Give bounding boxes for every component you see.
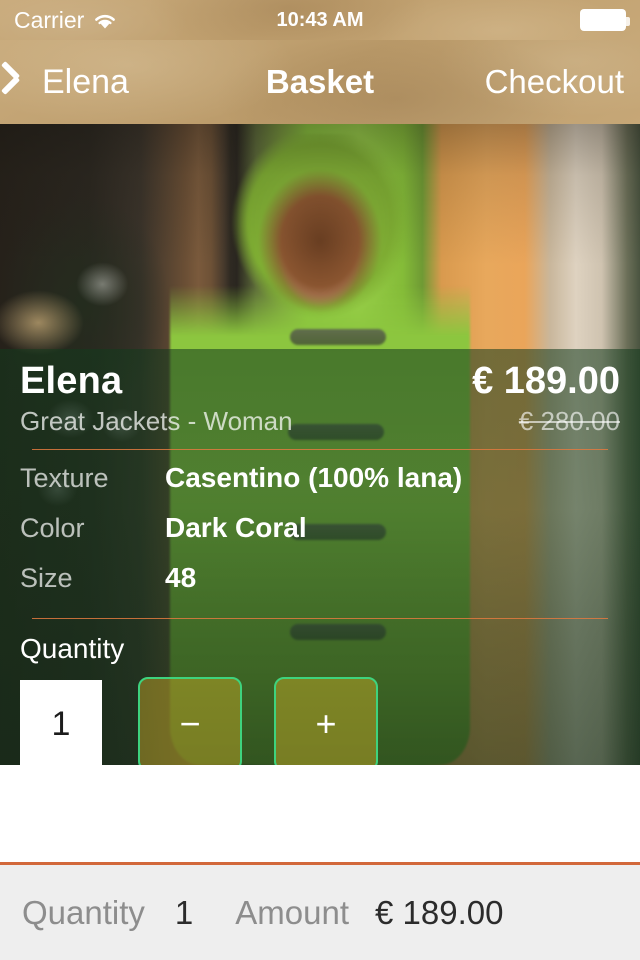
product-name: Elena <box>20 360 123 402</box>
attribute-row-size: Size 48 <box>20 562 620 612</box>
product-price-block: € 189.00 € 280.00 <box>472 361 620 437</box>
status-bar-right <box>580 9 630 31</box>
quantity-stepper: 1 − + <box>20 677 620 765</box>
divider-bottom <box>32 618 608 620</box>
attribute-row-color: Color Dark Coral <box>20 512 620 562</box>
product-old-price: € 280.00 <box>518 406 620 437</box>
attribute-label: Color <box>20 513 85 544</box>
summary-bar: Quantity 1 Amount € 189.00 <box>0 862 640 960</box>
attribute-value: Casentino (100% lana) <box>165 462 463 494</box>
attribute-value: 48 <box>165 562 197 594</box>
attribute-label: Texture <box>20 463 109 494</box>
checkout-button[interactable]: Checkout <box>485 63 624 101</box>
product-price: € 189.00 <box>472 360 620 402</box>
quantity-input[interactable]: 1 <box>20 680 102 765</box>
navigation-bar: Elena Basket Checkout <box>0 40 640 124</box>
attribute-label: Size <box>20 563 73 594</box>
battery-full-icon <box>580 9 630 31</box>
quantity-increment-button[interactable]: + <box>274 677 378 765</box>
quantity-decrement-button[interactable]: − <box>138 677 242 765</box>
product-name-block: Elena Great Jackets - Woman <box>20 361 293 437</box>
product-card: Elena Great Jackets - Woman € 189.00 € 2… <box>0 124 640 765</box>
summary-quantity-label: Quantity <box>22 893 145 931</box>
attribute-value: Dark Coral <box>165 512 307 544</box>
product-info: Elena Great Jackets - Woman € 189.00 € 2… <box>0 349 640 765</box>
product-title-row: Elena Great Jackets - Woman € 189.00 € 2… <box>20 349 620 437</box>
clock-label: 10:43 AM <box>276 8 364 31</box>
attribute-list: Texture Casentino (100% lana) Color Dark… <box>20 462 620 612</box>
attribute-row-texture: Texture Casentino (100% lana) <box>20 462 620 512</box>
product-subtitle: Great Jackets - Woman <box>20 406 293 437</box>
summary-amount-value: € 189.00 <box>375 893 504 931</box>
status-bar: Carrier 10:43 AM <box>0 0 640 40</box>
summary-quantity-value: 1 <box>174 893 194 931</box>
content-spacer <box>0 765 640 862</box>
quantity-label: Quantity <box>20 633 125 665</box>
app-root: Carrier 10:43 AM Elena Basket Checkout E… <box>0 0 640 960</box>
summary-amount-label: Amount <box>235 893 349 931</box>
divider-top <box>32 449 608 451</box>
